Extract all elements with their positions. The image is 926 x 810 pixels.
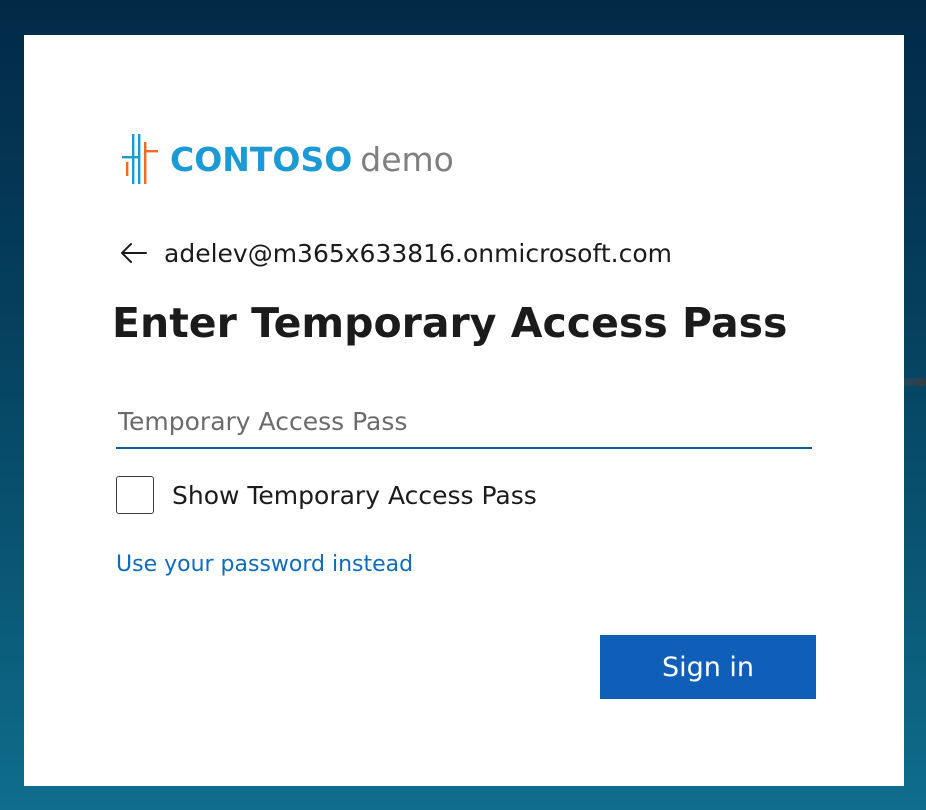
back-arrow-icon[interactable] [118,235,152,271]
logo-text: CONTOSO demo [170,143,454,176]
logo-brand: CONTOSO [170,139,353,179]
contoso-logo-icon [120,132,160,186]
temporary-access-pass-input[interactable] [116,395,812,449]
signin-card: CONTOSO demo adelev@m365x633816.onmicroso… [24,35,904,786]
logo-suffix: demo [360,139,454,179]
show-pass-label[interactable]: Show Temporary Access Pass [172,481,537,510]
show-pass-row: Show Temporary Access Pass [116,475,537,515]
sign-in-button[interactable]: Sign in [600,635,816,699]
identity-banner: adelev@m365x633816.onmicrosoft.com [118,235,672,271]
page-title: Enter Temporary Access Pass [112,299,788,347]
identity-email: adelev@m365x633816.onmicrosoft.com [164,238,672,268]
show-pass-checkbox[interactable] [116,476,154,514]
contoso-logo: CONTOSO demo [120,131,454,187]
use-password-link[interactable]: Use your password instead [116,552,413,577]
